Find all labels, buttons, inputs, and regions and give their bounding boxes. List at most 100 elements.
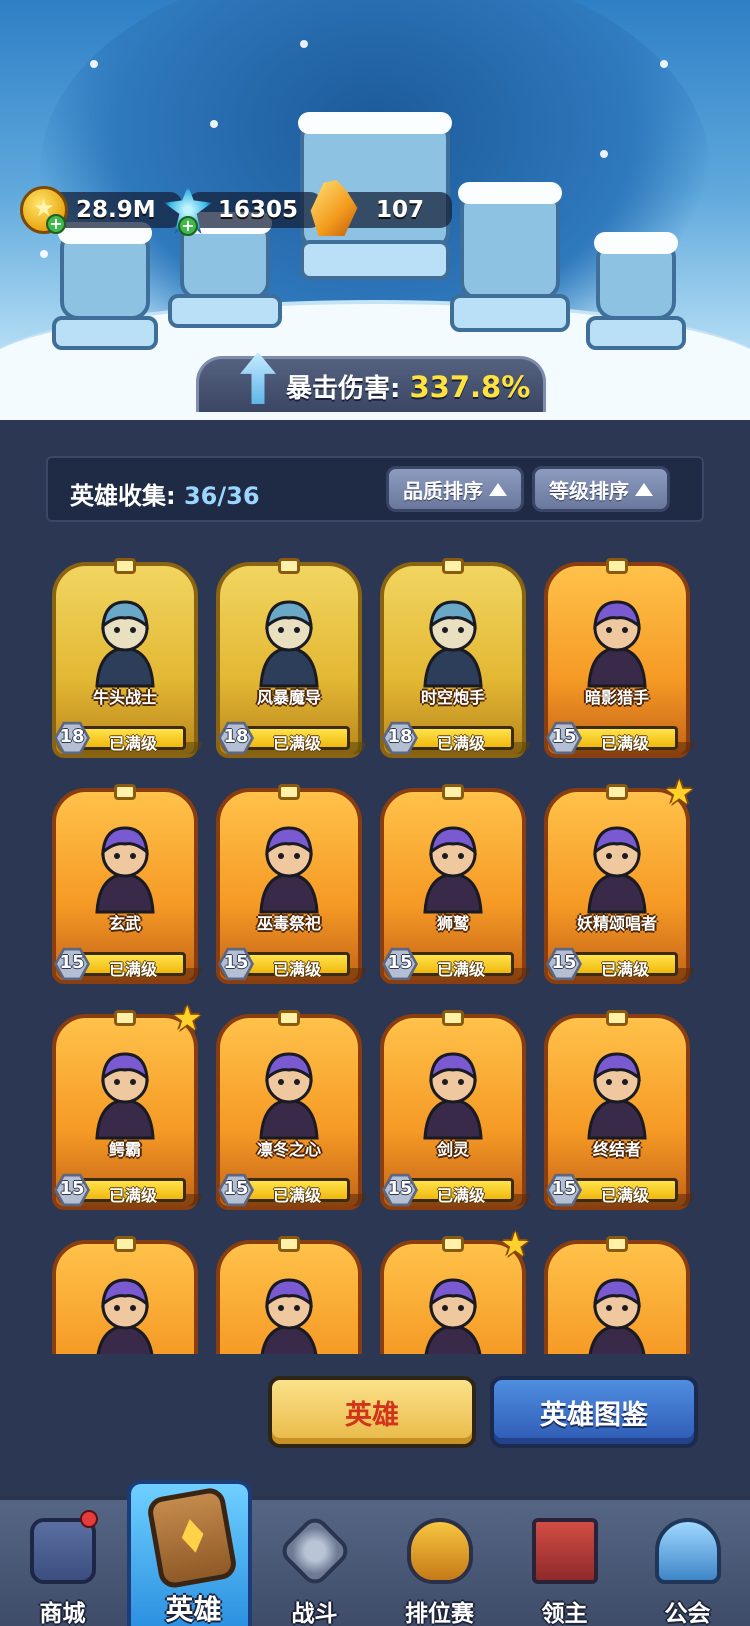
crystal-resource[interactable]: 107 xyxy=(308,180,452,236)
winter-heart-portrait xyxy=(259,1052,319,1140)
hero-grid[interactable]: 牛头战士 已满级 18 风暴魔导 已满级 18 时空炮手 已满级 18 暗影猎手 已满级 15 玄武 已满… xyxy=(0,556,750,1354)
shadow-hunter-portrait xyxy=(587,600,647,688)
hero-card[interactable] xyxy=(52,1236,198,1354)
lord-banner-icon xyxy=(532,1518,598,1584)
card-gem-ornament xyxy=(606,1010,628,1026)
hero-name: 牛头战士 xyxy=(92,688,157,707)
bottom-navigation: 商城 英雄 战斗 排位赛 领主 公会 xyxy=(0,1480,750,1626)
max-level-text: 已满级 xyxy=(109,960,158,979)
hero-level: 15 xyxy=(223,1178,249,1199)
sort-ascending-icon xyxy=(489,482,507,496)
dragon-portrait xyxy=(260,1278,318,1354)
card-gem-ornament xyxy=(442,558,464,574)
hero-name: 妖精颂唱者 xyxy=(576,914,657,933)
card-gem-ornament xyxy=(114,1010,136,1026)
card-gem-ornament xyxy=(442,1236,464,1252)
hero-name: 时空炮手 xyxy=(420,688,485,707)
nav-hero[interactable]: 英雄 xyxy=(127,1480,252,1626)
sort-by-quality-button[interactable]: 品质排序 xyxy=(386,466,524,512)
hero-card[interactable]: 暗影猎手 已满级 15 xyxy=(544,558,694,766)
pedestal xyxy=(586,316,686,350)
hero-card[interactable] xyxy=(216,1236,362,1354)
pedestal xyxy=(168,294,282,328)
nav-battle[interactable]: 战斗 xyxy=(252,1500,377,1626)
nav-lord-label: 领主 xyxy=(541,1601,588,1626)
card-gem-ornament xyxy=(278,1236,300,1252)
star-icon: ★ xyxy=(500,1225,531,1265)
nav-shop[interactable]: 商城 xyxy=(0,1500,125,1626)
bald-gunner-portrait xyxy=(424,1278,482,1354)
ice-gem-amount: 16305 xyxy=(218,197,299,223)
bear-brawler-portrait xyxy=(95,1052,155,1140)
hero-card[interactable]: 玄武 已满级 15 xyxy=(52,784,202,992)
hero-name: 凛冬之心 xyxy=(256,1140,321,1159)
hero-button-label: 英雄 xyxy=(345,1399,399,1431)
hero-card[interactable]: 巫毒祭祀 已满级 15 xyxy=(216,784,366,992)
hero-card[interactable]: 剑灵 已满级 15 xyxy=(380,1010,530,1218)
add-gold-icon[interactable]: + xyxy=(46,214,66,234)
gold-resource[interactable]: + 28.9M xyxy=(20,186,182,234)
black-tortoise-portrait xyxy=(95,826,155,914)
hero-card[interactable]: 凛冬之心 已满级 15 xyxy=(216,1010,366,1218)
card-gem-ornament xyxy=(278,784,300,800)
max-level-text: 已满级 xyxy=(109,1186,158,1205)
card-gem-ornament xyxy=(606,558,628,574)
hero-card[interactable]: 牛头战士 已满级 18 xyxy=(52,558,202,766)
hero-collection-header: 英雄收集: 36/36 品质排序 等级排序 xyxy=(46,456,704,522)
nav-ranked-label: 排位赛 xyxy=(405,1601,474,1626)
max-level-text: 已满级 xyxy=(601,960,650,979)
hero-name: 终结者 xyxy=(592,1140,641,1159)
hero-card-icon xyxy=(145,1485,239,1591)
crit-damage-value: 337.8% xyxy=(409,370,531,404)
nav-hero-label: 英雄 xyxy=(165,1593,222,1626)
hero-card[interactable]: 妖精颂唱者已满级 15 ★ xyxy=(544,776,694,992)
hero-level: 18 xyxy=(387,726,413,747)
card-gem-ornament xyxy=(114,784,136,800)
hero-button[interactable]: 英雄 xyxy=(268,1376,476,1448)
nav-guild[interactable]: 公会 xyxy=(625,1500,750,1626)
add-gem-icon[interactable]: + xyxy=(178,216,198,236)
nav-lord[interactable]: 领主 xyxy=(502,1500,627,1626)
hero-card[interactable]: 时空炮手已满级 18 xyxy=(380,558,530,766)
hero-name: 鳄霸 xyxy=(108,1140,141,1159)
pedestal xyxy=(300,240,450,280)
hero-name: 狮鹫 xyxy=(436,914,469,933)
hero-codex-button[interactable]: 英雄图鉴 xyxy=(490,1376,698,1448)
max-level-text: 已满级 xyxy=(437,1186,486,1205)
max-level-text: 已满级 xyxy=(601,1186,650,1205)
battle-swords-icon xyxy=(276,1512,354,1590)
nav-guild-label: 公会 xyxy=(664,1601,711,1626)
max-level-text: 已满级 xyxy=(273,734,322,753)
hero-level: 18 xyxy=(223,726,249,747)
hero-level: 15 xyxy=(59,1178,85,1199)
hero-card[interactable]: 风暴魔导已满级 18 xyxy=(216,558,366,766)
hero-card[interactable]: 终结者已满级 15 xyxy=(544,1010,694,1218)
hero-card[interactable] xyxy=(544,1236,690,1354)
max-level-text: 已满级 xyxy=(437,734,486,753)
hero-level: 15 xyxy=(551,952,577,973)
star-icon: ★ xyxy=(664,773,695,813)
max-level-text: 已满级 xyxy=(109,734,158,753)
ranking-shield-icon xyxy=(407,1518,473,1584)
pedestal xyxy=(52,316,158,350)
collection-label: 英雄收集: xyxy=(70,482,176,510)
hero-card[interactable]: ★ xyxy=(380,1228,530,1354)
ghost-king-portrait xyxy=(588,1278,646,1354)
card-gem-ornament xyxy=(114,1236,136,1252)
card-gem-ornament xyxy=(278,1010,300,1026)
hero-card[interactable]: 狮鹫 已满级 15 xyxy=(380,784,530,992)
hero-name: 玄武 xyxy=(108,914,141,933)
shop-icon xyxy=(30,1518,96,1584)
hero-level: 15 xyxy=(387,952,413,973)
hero-card[interactable]: 鳄霸 已满级 15 ★ xyxy=(52,1002,202,1218)
nav-ranked[interactable]: 排位赛 xyxy=(377,1500,502,1626)
hero-name: 风暴魔导 xyxy=(256,688,321,707)
sort-by-level-button[interactable]: 等级排序 xyxy=(532,466,670,512)
succubus-portrait xyxy=(96,1278,154,1354)
max-level-text: 已满级 xyxy=(273,960,322,979)
hero-level: 15 xyxy=(223,952,249,973)
hero-level: 15 xyxy=(551,1178,577,1199)
collection-title: 英雄收集: 36/36 xyxy=(70,476,260,511)
ice-gem-resource[interactable]: + 16305 xyxy=(164,186,322,236)
statue-knight xyxy=(458,182,562,300)
